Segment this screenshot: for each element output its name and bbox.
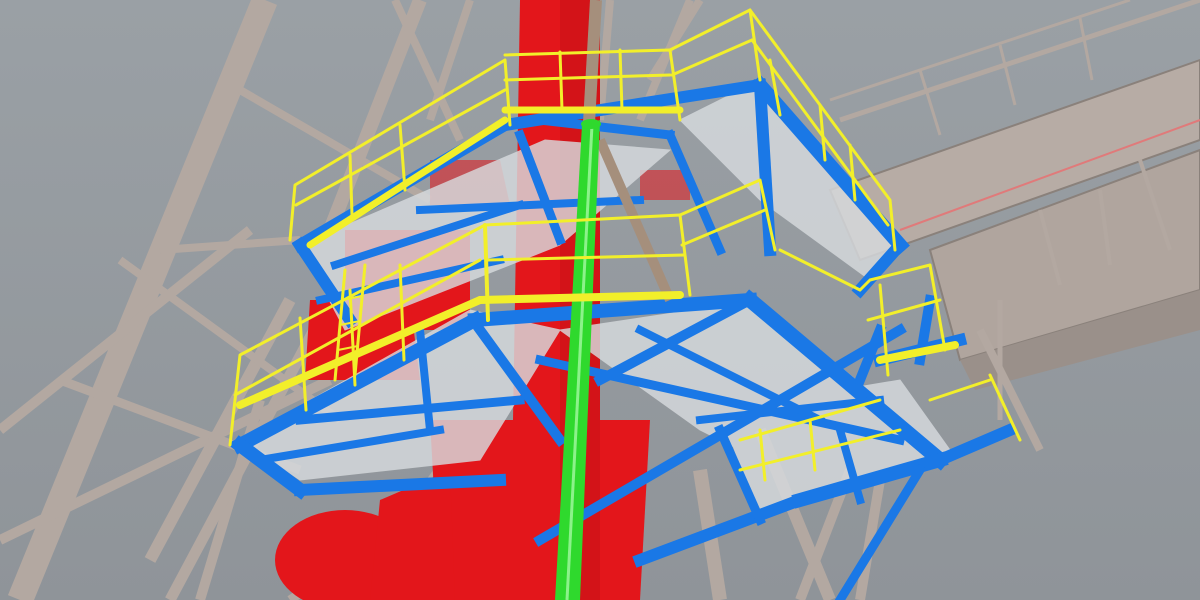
platform-3d-render bbox=[0, 0, 1200, 600]
